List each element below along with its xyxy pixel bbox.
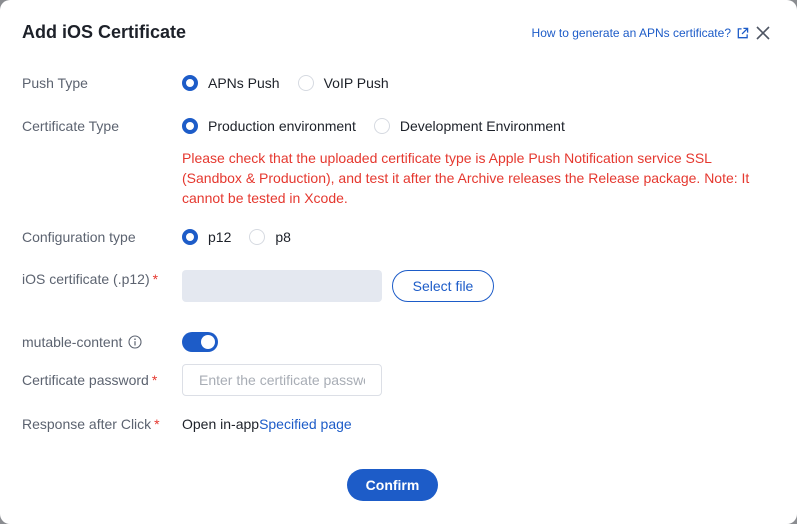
required-asterisk: * <box>151 372 158 388</box>
radio-apns-push[interactable]: APNs Push <box>182 75 280 91</box>
radio-checked-icon <box>182 118 198 134</box>
confirm-button[interactable]: Confirm <box>347 469 438 501</box>
help-link-text: How to generate an APNs certificate? <box>531 26 731 40</box>
push-type-radio-group: APNs Push VoIP Push <box>182 75 407 91</box>
radio-development-environment[interactable]: Development Environment <box>373 118 565 134</box>
specified-page-link[interactable]: Specified page <box>259 416 352 432</box>
certificate-type-radio-group: Production environment Development Envir… <box>182 118 583 134</box>
select-file-button[interactable]: Select file <box>392 270 494 302</box>
apns-help-link[interactable]: How to generate an APNs certificate? <box>532 26 749 40</box>
mutable-content-label: mutable-content <box>22 334 142 350</box>
add-ios-certificate-dialog: Add iOS Certificate How to generate an A… <box>0 0 797 524</box>
certificate-password-label: Certificate password * <box>22 372 158 388</box>
ios-certificate-label: iOS certificate (.p12) * <box>22 271 159 287</box>
dialog-title: Add iOS Certificate <box>22 22 187 42</box>
toggle-knob <box>201 335 215 349</box>
configuration-type-radio-group: p12 p8 <box>182 229 309 245</box>
response-after-click-label: Response after Click * <box>22 416 160 432</box>
radio-production-environment[interactable]: Production environment <box>182 118 356 134</box>
mutable-content-toggle[interactable] <box>182 332 218 352</box>
certificate-type-label: Certificate Type <box>22 118 120 134</box>
info-icon[interactable] <box>128 335 142 349</box>
required-asterisk: * <box>152 271 159 287</box>
radio-checked-icon <box>182 229 198 245</box>
response-after-click-value: Open in-app Specified page <box>182 416 352 432</box>
radio-voip-push[interactable]: VoIP Push <box>297 75 389 91</box>
required-asterisk: * <box>154 416 160 432</box>
radio-checked-icon <box>182 75 198 91</box>
certificate-file-display <box>182 270 382 302</box>
push-type-label: Push Type <box>22 75 88 91</box>
radio-unchecked-icon <box>373 118 390 134</box>
radio-p12[interactable]: p12 <box>182 229 231 245</box>
close-icon[interactable] <box>755 25 771 41</box>
radio-unchecked-icon <box>249 229 266 245</box>
certificate-warning-text: Please check that the uploaded certifica… <box>182 150 750 206</box>
configuration-type-label: Configuration type <box>22 229 136 245</box>
response-value-text: Open in-app <box>182 416 260 432</box>
external-link-icon <box>737 27 749 38</box>
radio-p8[interactable]: p8 <box>249 229 291 245</box>
radio-unchecked-icon <box>297 75 314 91</box>
certificate-password-input[interactable] <box>182 364 382 396</box>
